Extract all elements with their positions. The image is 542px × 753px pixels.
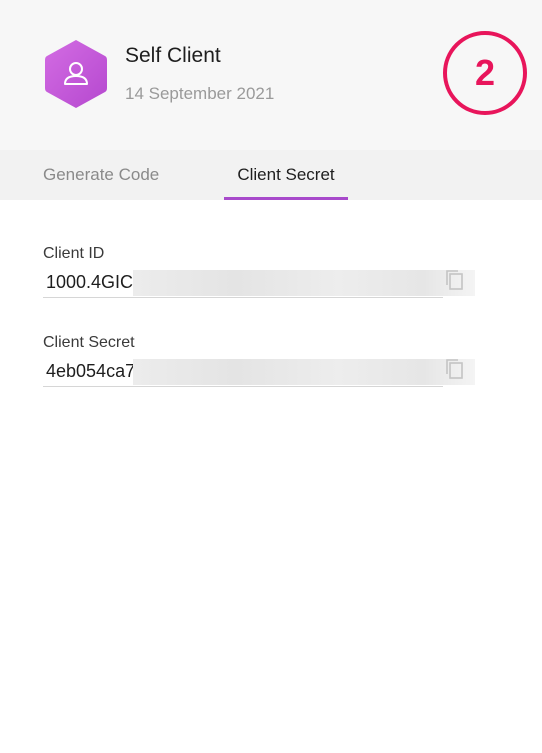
active-tab-indicator	[224, 197, 348, 200]
client-date: 14 September 2021	[125, 84, 275, 103]
tab-bar: Generate Code Client Secret	[0, 150, 542, 200]
copy-icon[interactable]	[444, 358, 464, 380]
user-icon	[45, 40, 107, 108]
client-secret-label: Client Secret	[43, 334, 135, 351]
copy-icon[interactable]	[444, 269, 464, 291]
client-name: Self Client	[125, 44, 221, 67]
client-id-label: Client ID	[43, 245, 105, 262]
self-client-panel: Self Client 14 September 2021 2 Generate…	[0, 0, 542, 753]
step-badge: 2	[443, 31, 527, 115]
client-id-value: 1000.4GIC	[46, 272, 134, 292]
client-avatar	[43, 38, 109, 110]
client-secret-value: 4eb054ca7	[46, 361, 136, 381]
client-id-field[interactable]: 1000.4GIC	[43, 270, 475, 298]
client-id-redaction	[133, 270, 475, 296]
client-secret-redaction	[133, 359, 475, 385]
tab-generate-code[interactable]: Generate Code	[43, 150, 159, 200]
tab-client-secret[interactable]: Client Secret	[224, 150, 348, 200]
client-header: Self Client 14 September 2021 2	[0, 0, 542, 150]
client-secret-field[interactable]: 4eb054ca7	[43, 359, 475, 387]
